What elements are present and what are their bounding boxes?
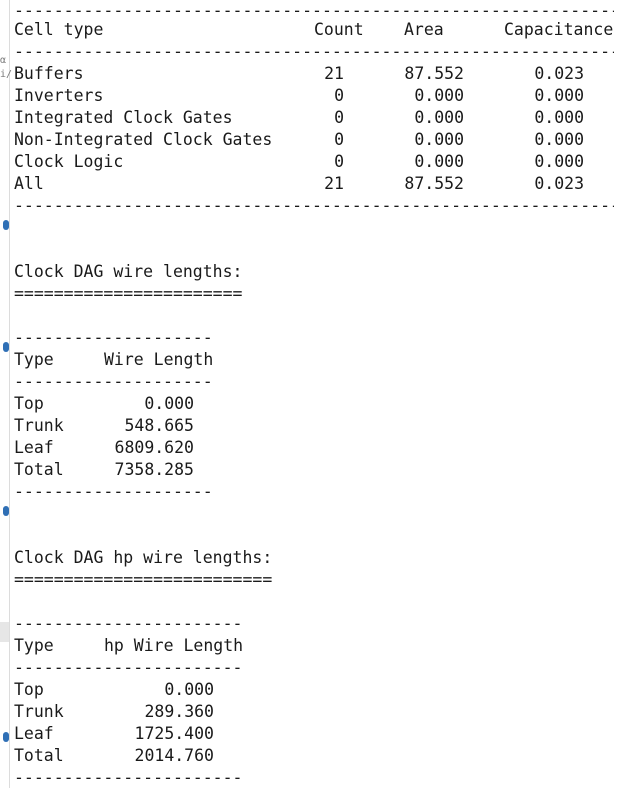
row-label: Integrated Clock Gates (14, 108, 233, 127)
table-row: Clock Logic 0 0.000 0.000 (14, 151, 614, 173)
gutter-marker-icon (3, 342, 9, 352)
hp-table-rule-header: ----------------------- (14, 658, 243, 677)
wire-table-rule-bottom: -------------------- (14, 482, 213, 501)
hp-table-rule-top: ----------------------- (14, 614, 243, 633)
table-row: Top 0.000 (14, 393, 214, 415)
row-label: All (14, 174, 44, 193)
row-label: Trunk (14, 416, 64, 435)
section-title-underline: ========================== (14, 570, 273, 589)
row-value: 1725.400 (134, 724, 214, 743)
gutter-highlight (0, 622, 9, 642)
row-capacitance: 0.023 (534, 174, 584, 193)
row-value: 6809.620 (114, 438, 194, 457)
header-hp-wire-length: hp Wire Length (104, 636, 244, 655)
table-row: Buffers 21 87.552 0.023 (14, 63, 614, 85)
row-capacitance: 0.023 (534, 64, 584, 83)
row-label: Total (14, 746, 64, 765)
row-label: Clock Logic (14, 152, 124, 171)
gutter-marker-icon (3, 220, 9, 230)
table-row: All 21 87.552 0.023 (14, 173, 614, 195)
header-cell-type: Cell type (14, 20, 104, 39)
gutter-glyph: α (0, 55, 7, 66)
table-row: Integrated Clock Gates 0 0.000 0.000 (14, 107, 614, 129)
header-type: Type (14, 350, 54, 369)
row-count: 0 (334, 86, 344, 105)
row-count: 21 (324, 174, 344, 193)
header-capacitance: Capacitance (504, 20, 614, 39)
header-wire-length: Wire Length (104, 350, 214, 369)
section-title: Clock DAG wire lengths: (14, 262, 243, 281)
row-value: 0.000 (164, 680, 214, 699)
row-area: 87.552 (404, 64, 464, 83)
table-row: Total 7358.285 (14, 459, 214, 481)
hp-table-header: Type hp Wire Length (14, 635, 244, 657)
hp-table-rule-bottom: ----------------------- (14, 768, 243, 787)
row-label: Inverters (14, 86, 104, 105)
row-count: 0 (334, 152, 344, 171)
row-value: 548.665 (124, 416, 194, 435)
row-count: 0 (334, 130, 344, 149)
row-area: 0.000 (414, 130, 464, 149)
header-type: Type (14, 636, 54, 655)
table-row: Top 0.000 (14, 679, 244, 701)
table-row: Non-Integrated Clock Gates 0 0.000 0.000 (14, 129, 614, 151)
row-capacitance: 0.000 (534, 130, 584, 149)
table-row: Trunk 548.665 (14, 415, 214, 437)
row-area: 87.552 (404, 174, 464, 193)
wire-table-rule-header: -------------------- (14, 372, 213, 391)
gutter-glyph: i/ (0, 69, 13, 80)
row-label: Leaf (14, 724, 54, 743)
cell-table-header: Cell type Count Area Capacitance (14, 19, 614, 41)
table-row: Leaf 6809.620 (14, 437, 214, 459)
row-capacitance: 0.000 (534, 108, 584, 127)
header-area: Area (404, 20, 444, 39)
row-label: Non-Integrated Clock Gates (14, 130, 273, 149)
row-area: 0.000 (414, 152, 464, 171)
row-label: Top (14, 394, 44, 413)
left-gutter: α i/ (0, 0, 13, 788)
row-area: 0.000 (414, 86, 464, 105)
row-capacitance: 0.000 (534, 152, 584, 171)
wire-table-rule-top: -------------------- (14, 328, 213, 347)
row-label: Leaf (14, 438, 54, 457)
row-label: Top (14, 680, 44, 699)
table-row: Trunk 289.360 (14, 701, 244, 723)
row-label: Total (14, 460, 64, 479)
table-rule-bottom: ----------------------------------------… (14, 196, 614, 215)
row-value: 7358.285 (114, 460, 194, 479)
row-label: Buffers (14, 64, 84, 83)
row-value: 0.000 (144, 394, 194, 413)
row-count: 21 (324, 64, 344, 83)
table-row: Leaf 1725.400 (14, 723, 244, 745)
row-label: Trunk (14, 702, 64, 721)
table-rule-header: ----------------------------------------… (14, 42, 614, 61)
row-area: 0.000 (414, 108, 464, 127)
header-count: Count (314, 20, 364, 39)
row-value: 2014.760 (134, 746, 214, 765)
row-value: 289.360 (144, 702, 214, 721)
wire-table-header: Type Wire Length (14, 349, 214, 371)
section-title: Clock DAG hp wire lengths: (14, 548, 273, 567)
table-row: Total 2014.760 (14, 745, 244, 767)
gutter-marker-icon (3, 732, 9, 742)
section-title-underline: ======================= (14, 284, 243, 303)
row-capacitance: 0.000 (534, 86, 584, 105)
gutter-marker-icon (3, 506, 9, 516)
row-count: 0 (334, 108, 344, 127)
table-row: Inverters 0 0.000 0.000 (14, 85, 614, 107)
